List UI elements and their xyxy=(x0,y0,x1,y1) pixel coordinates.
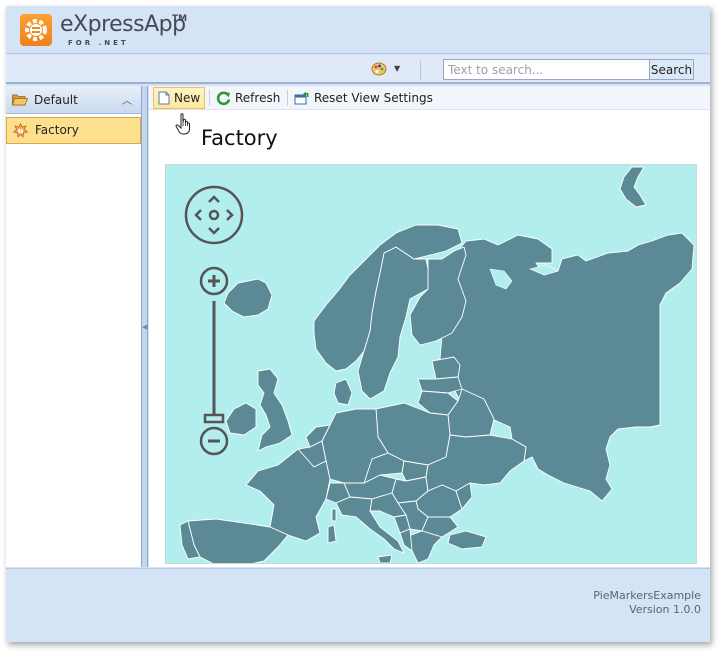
separator xyxy=(420,60,421,80)
nav-group-label: Default xyxy=(34,93,78,107)
top-bar: ▼ Search xyxy=(6,55,710,84)
footer-version: Version 1.0.0 xyxy=(629,603,701,616)
new-button-label: New xyxy=(174,91,201,105)
search-input[interactable] xyxy=(443,59,650,80)
nav-group-default[interactable]: Default ︿ xyxy=(6,86,141,114)
europe-map[interactable] xyxy=(166,165,697,564)
map-region-latvia[interactable] xyxy=(417,376,463,394)
logo-icon xyxy=(20,14,52,46)
search-button[interactable]: Search xyxy=(649,59,694,80)
app-footer: PieMarkersExample Version 1.0.0 xyxy=(6,568,710,642)
map-region-estonia[interactable] xyxy=(431,356,461,380)
reset-view-settings-button[interactable]: Reset View Settings xyxy=(290,87,437,109)
app-header: eXpressApp TM FOR .NET xyxy=(6,6,710,54)
toolbar-separator xyxy=(287,90,288,106)
new-button[interactable]: New xyxy=(153,87,206,109)
nav-item-factory[interactable]: ? Factory xyxy=(6,117,141,144)
svg-text:?: ? xyxy=(19,129,22,135)
main-content: New Refresh Reset View Settings Factory xyxy=(149,86,710,567)
reset-view-icon xyxy=(294,91,309,105)
collapse-arrow-icon[interactable]: ◀ xyxy=(142,323,147,331)
hand-cursor-icon xyxy=(175,113,190,135)
folder-icon xyxy=(12,94,28,106)
theme-dropdown-arrow-icon[interactable]: ▼ xyxy=(394,64,400,73)
logo-trademark: TM xyxy=(172,14,188,24)
toolbar: New Refresh Reset View Settings xyxy=(149,86,710,110)
logo-title: eXpressApp xyxy=(60,12,186,37)
map-control[interactable] xyxy=(165,164,697,564)
panel-splitter[interactable]: ◀ xyxy=(142,86,148,567)
map-region-corsica[interactable] xyxy=(331,508,337,522)
page-title: Factory xyxy=(201,126,278,150)
logo-subtitle: FOR .NET xyxy=(68,39,129,47)
factory-icon: ? xyxy=(13,123,28,138)
reset-view-settings-label: Reset View Settings xyxy=(314,91,433,105)
toolbar-separator xyxy=(209,90,210,106)
zoom-slider-thumb[interactable] xyxy=(203,413,225,424)
refresh-button-label: Refresh xyxy=(235,91,281,105)
refresh-icon xyxy=(216,91,231,105)
new-document-icon xyxy=(158,91,170,105)
navigation-panel: Default ︿ ? Factory xyxy=(6,86,142,567)
palette-icon[interactable] xyxy=(371,62,387,80)
nav-item-label: Factory xyxy=(35,123,79,137)
application-window: eXpressApp TM FOR .NET ▼ Search Default … xyxy=(6,6,710,642)
chevron-up-icon[interactable]: ︿ xyxy=(122,92,132,107)
footer-app-name: PieMarkersExample xyxy=(593,589,701,602)
refresh-button[interactable]: Refresh xyxy=(212,87,284,109)
